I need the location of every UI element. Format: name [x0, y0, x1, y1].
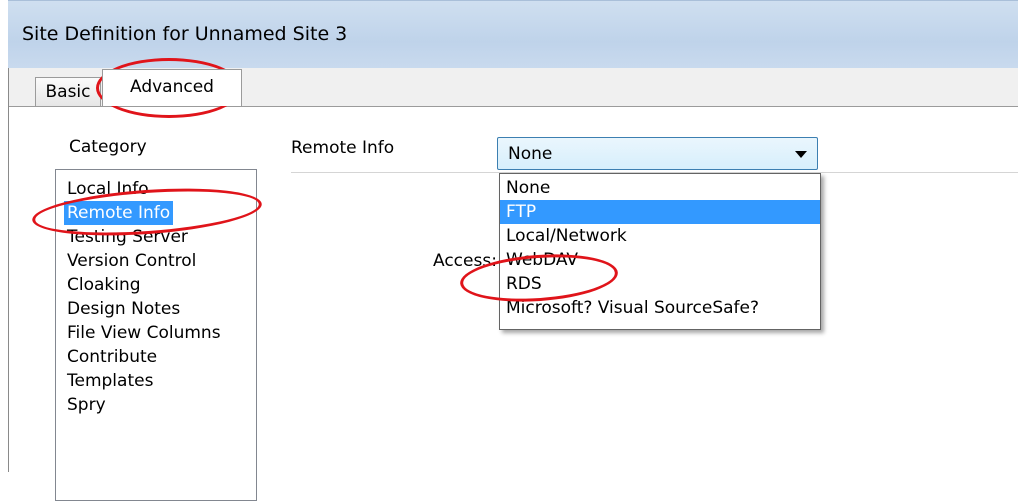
category-item-remote-info[interactable]: Remote Info: [64, 201, 174, 225]
category-item-contribute[interactable]: Contribute: [64, 345, 160, 369]
access-option-ftp[interactable]: FTP: [500, 200, 820, 224]
access-label: Access:: [433, 251, 497, 271]
tab-basic[interactable]: Basic: [35, 77, 101, 106]
access-select-value: None: [508, 144, 553, 164]
category-item-testing-server[interactable]: Testing Server: [64, 225, 191, 249]
category-item-design-notes[interactable]: Design Notes: [64, 297, 183, 321]
access-dropdown-list[interactable]: None FTP Local/Network WebDAV RDS Micros…: [499, 173, 821, 330]
category-item-spry[interactable]: Spry: [64, 393, 109, 417]
access-option-rds[interactable]: RDS: [500, 272, 820, 296]
access-option-visual-sourcesafe[interactable]: Microsoft? Visual SourceSafe?: [500, 296, 820, 320]
window-titlebar[interactable]: Site Definition for Unnamed Site 3: [8, 0, 1018, 69]
category-item-file-view-columns[interactable]: File View Columns: [64, 321, 224, 345]
tab-strip: Basic Advanced: [9, 68, 1018, 106]
category-item-templates[interactable]: Templates: [64, 369, 156, 393]
chevron-down-icon[interactable]: [795, 151, 807, 158]
category-list[interactable]: Local Info Remote Info Testing Server Ve…: [55, 169, 257, 501]
tab-advanced[interactable]: Advanced: [102, 69, 242, 106]
section-title: Remote Info: [291, 138, 395, 158]
access-option-none[interactable]: None: [500, 176, 820, 200]
category-item-version-control[interactable]: Version Control: [64, 249, 199, 273]
access-option-webdav[interactable]: WebDAV: [500, 248, 820, 272]
access-select[interactable]: None: [497, 137, 818, 170]
window-title: Site Definition for Unnamed Site 3: [22, 23, 348, 45]
category-item-local-info[interactable]: Local Info: [64, 177, 152, 201]
category-item-cloaking[interactable]: Cloaking: [64, 273, 144, 297]
category-label: Category: [69, 137, 147, 157]
access-option-local-network[interactable]: Local/Network: [500, 224, 820, 248]
